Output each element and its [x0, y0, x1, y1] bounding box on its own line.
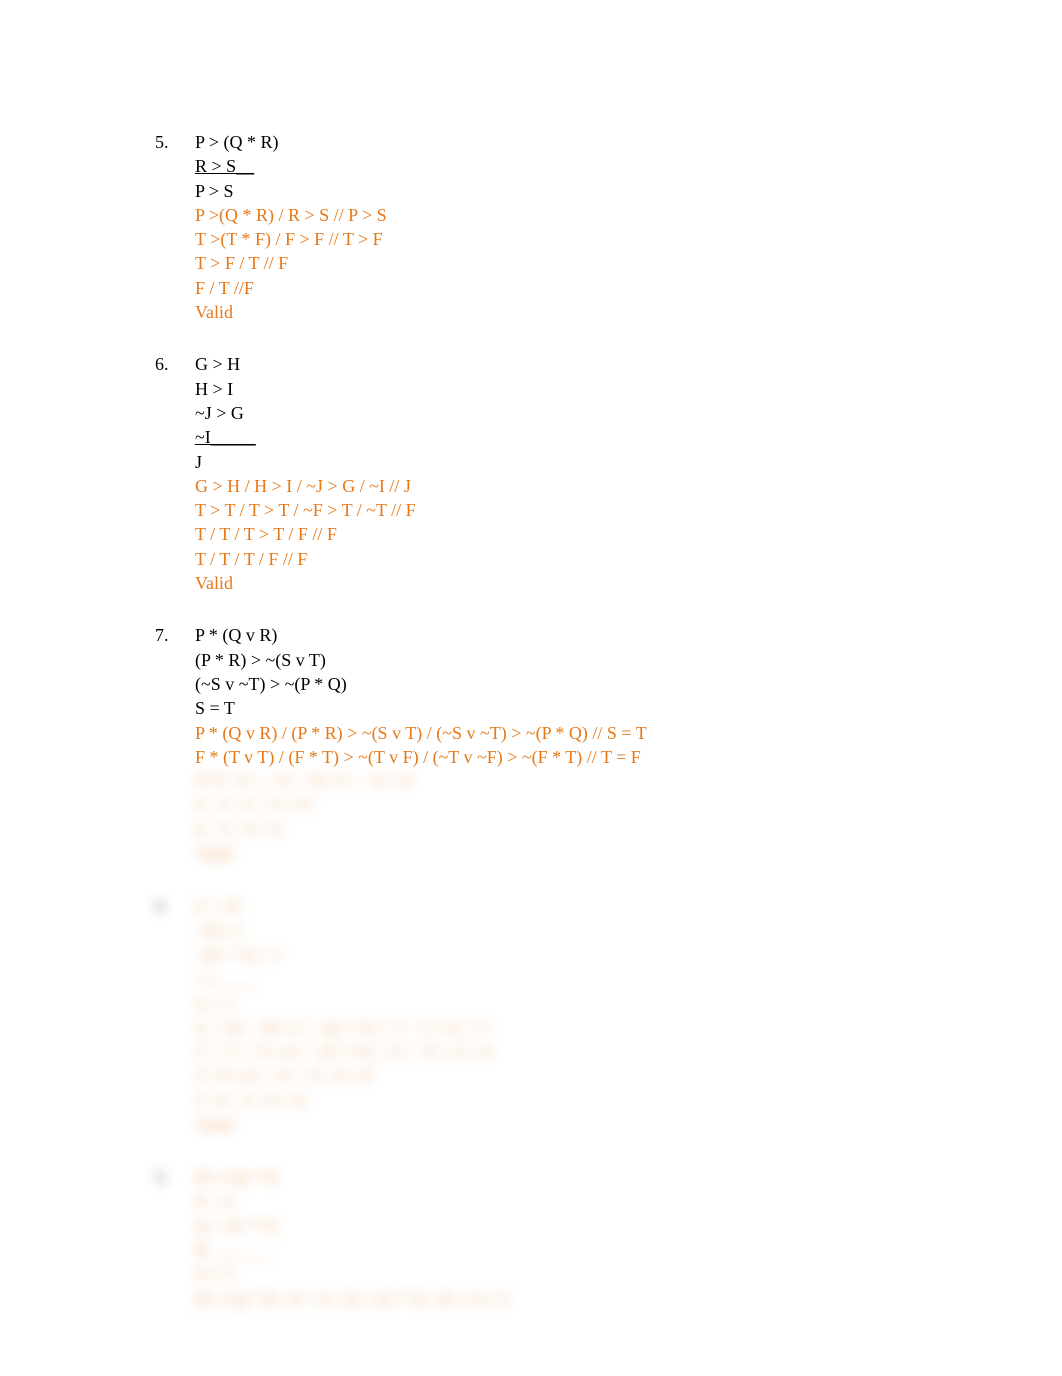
conclusion-line: G = I: [195, 992, 1062, 1016]
premise-line: (P * R) > ~(S v T): [195, 648, 1062, 672]
problem-number: 9.: [155, 1165, 195, 1189]
premise-line: P > S: [195, 1190, 1062, 1214]
work-line: T >(T * F) / F > F // T > F: [195, 227, 1062, 251]
work-line: P * (Q v R) / (P * R) > ~(S v T) / (~S v…: [195, 721, 1062, 745]
premise-line: H > I: [195, 377, 1062, 401]
problem-content: (P v Q) * R P > S Q > (S * T) R_______ S…: [195, 1165, 1062, 1311]
premise-line: ~I_____: [195, 425, 1062, 449]
premise-line: R_______: [195, 1238, 1062, 1262]
premise-line: R > S__: [195, 154, 1062, 178]
premise-line: ~H v I: [195, 919, 1062, 943]
work-line: F / T / T // F: [195, 818, 1062, 842]
work-line: T > T / T > T / ~F > T / ~T // F: [195, 498, 1062, 522]
work-line: F / T //F: [195, 276, 1062, 300]
work-line: T / T / T > T / F // F: [195, 522, 1062, 546]
problem-content: G > H ~H v I ~(G * I) > J ~J_____ G = I …: [195, 894, 1062, 1137]
premise-line: P * (Q v R): [195, 623, 1062, 647]
problem-content: P > (Q * R) R > S__ P > S P >(Q * R) / R…: [195, 130, 1062, 324]
work-line: P >(Q * R) / R > S // P > S: [195, 203, 1062, 227]
work-line: T / T / T / F // F: [195, 547, 1062, 571]
problem-content: G > H H > I ~J > G ~I_____ J G > H / H >…: [195, 352, 1062, 595]
premise-line: G > H: [195, 352, 1062, 376]
validity-line: Valid: [195, 842, 1062, 866]
work-line: T > T / ~T v F / ~(T * F) > T / ~T // T …: [195, 1040, 1062, 1064]
work-line: T > F / T // F: [195, 251, 1062, 275]
work-line: (P v Q) * R / P > S / Q > (S * T) / R //…: [195, 1287, 1062, 1311]
work-line: F / T / T > T // F: [195, 793, 1062, 817]
work-line: F * (T v T) / (F * T) > ~(T v F) / (~T v…: [195, 745, 1062, 769]
problem-content: P * (Q v R) (P * R) > ~(S v T) (~S v ~T)…: [195, 623, 1062, 866]
premise-line: P > (Q * R): [195, 130, 1062, 154]
work-line: G > H / H > I / ~J > G / ~I // J: [195, 474, 1062, 498]
problem-5: 5. P > (Q * R) R > S__ P > S P >(Q * R) …: [155, 130, 1062, 324]
premise-line: G > H: [195, 894, 1062, 918]
problem-9: 9. (P v Q) * R P > S Q > (S * T) R______…: [155, 1165, 1062, 1311]
conclusion-line: P > S: [195, 179, 1062, 203]
premise-line: ~(G * I) > J: [195, 943, 1062, 967]
blurred-content: F*T / F > ~T / ~Tv T > ~F // F F / T / T…: [195, 769, 1062, 866]
premise-line: (~S v ~T) > ~(P * Q): [195, 672, 1062, 696]
problem-number: 6.: [155, 352, 195, 376]
problem-8: 8. G > H ~H v I ~(G * I) > J ~J_____ G =…: [155, 894, 1062, 1137]
work-line: F*T / F > ~T / ~Tv T > ~F // F: [195, 769, 1062, 793]
validity-line: Valid: [195, 571, 1062, 595]
problem-7: 7. P * (Q v R) (P * R) > ~(S v T) (~S v …: [155, 623, 1062, 866]
problem-number: 7.: [155, 623, 195, 647]
work-line: G > H / ~H v I / ~(G * I) > J / ~J // G …: [195, 1016, 1062, 1040]
conclusion-line: J: [195, 450, 1062, 474]
blurred-section: 8. G > H ~H v I ~(G * I) > J ~J_____ G =…: [155, 894, 1062, 1311]
premise-line: ~J_____: [195, 967, 1062, 991]
problem-number: 8.: [155, 894, 195, 918]
conclusion-line: S = T: [195, 696, 1062, 720]
problem-number: 5.: [155, 130, 195, 154]
validity-line: Valid: [195, 1113, 1062, 1137]
premise-line: ~J > G: [195, 401, 1062, 425]
conclusion-line: S v T: [195, 1262, 1062, 1286]
validity-line: Valid: [195, 300, 1062, 324]
premise-line: Q > (S * T): [195, 1214, 1062, 1238]
problem-6: 6. G > H H > I ~J > G ~I_____ J G > H / …: [155, 352, 1062, 595]
work-line: T / F / T / F // F: [195, 1089, 1062, 1113]
work-line: T / F v F / ~F > T / F // F: [195, 1064, 1062, 1088]
premise-line: (P v Q) * R: [195, 1165, 1062, 1189]
